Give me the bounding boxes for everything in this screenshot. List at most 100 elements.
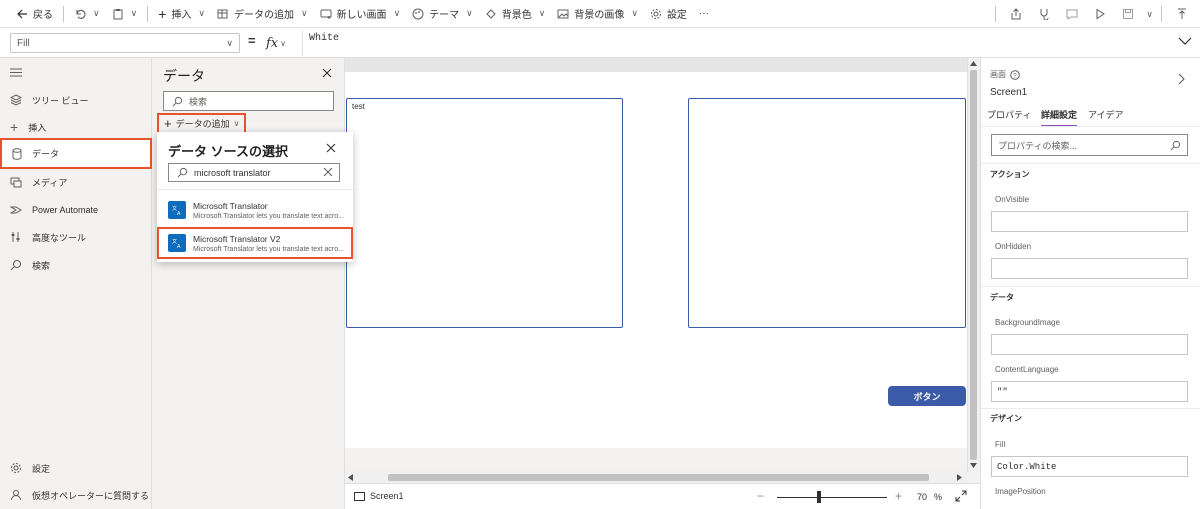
paste-button[interactable]: ∨ [106, 0, 144, 28]
fit-to-window-button[interactable] [955, 490, 967, 502]
tab-ideas[interactable]: アイデア [1088, 108, 1124, 121]
insert-button[interactable]: + 挿入 ∨ [152, 0, 211, 28]
property-search-input[interactable]: プロパティの検索... [991, 134, 1188, 156]
command-bar: 戻る ∨ ∨ + 挿入 ∨ データの追加 ∨ 新しい画面 ∨ テーマ ∨ 背景色… [0, 0, 1200, 28]
status-bar: Screen1 − + 70 % [345, 483, 980, 509]
save-button[interactable] [1116, 2, 1140, 26]
data-source-search-input[interactable]: microsoft translator [168, 163, 340, 182]
canvas-button[interactable]: ボタン [888, 386, 966, 406]
hamburger-button[interactable] [10, 68, 22, 77]
chevron-down-icon[interactable]: ∨ [1146, 9, 1153, 20]
divider [147, 5, 149, 22]
label-contentlanguage: ContentLanguage [995, 365, 1059, 374]
control-name[interactable]: Screen1 [990, 87, 1027, 98]
horizontal-scrollbar-thumb[interactable] [388, 474, 929, 481]
connector-microsoft-translator-v2[interactable]: 文A Microsoft Translator V2 Microsoft Tra… [157, 227, 353, 259]
preview-button[interactable] [1088, 2, 1112, 26]
comments-button[interactable] [1060, 2, 1084, 26]
text-input-2[interactable] [688, 98, 966, 328]
search-icon [172, 96, 183, 107]
power-automate-icon [10, 204, 22, 216]
background-image-button[interactable]: 背景の画像 ∨ [551, 0, 644, 28]
data-panel: データ 検索 + データの追加 ∨ [152, 58, 345, 509]
property-dropdown[interactable]: Fill ∨ [10, 33, 240, 53]
zoom-slider-thumb[interactable] [817, 491, 821, 503]
expand-formula-button[interactable] [1178, 36, 1192, 46]
more-button[interactable]: ··· [693, 0, 715, 28]
table-icon [217, 8, 229, 20]
connector-microsoft-translator[interactable]: 文A Microsoft Translator Microsoft Transl… [157, 194, 353, 226]
scroll-up-icon [970, 61, 977, 66]
zoom-slider[interactable] [777, 497, 887, 498]
divider [63, 5, 64, 22]
agent-icon [10, 489, 22, 501]
gear-icon [10, 462, 22, 474]
nav-search[interactable]: 検索 [0, 251, 152, 279]
nav-data[interactable]: データ [0, 138, 152, 169]
undo-button[interactable]: ∨ [68, 0, 106, 28]
publish-button[interactable] [1170, 2, 1194, 26]
plus-icon: + [158, 5, 167, 22]
back-button[interactable]: 戻る [10, 0, 59, 28]
nav-media[interactable]: メディア [0, 168, 152, 196]
properties-pane: 画面 ? Screen1 プロパティ 詳細設定 アイデア プロパティの検索...… [980, 58, 1200, 509]
add-data-toolbar-button[interactable]: データの追加 ∨ [211, 0, 314, 28]
chevron-down-icon: ∨ [233, 119, 240, 128]
share-button[interactable] [1004, 2, 1028, 26]
chevron-down-icon: ∨ [300, 8, 308, 18]
clear-search-icon[interactable] [323, 167, 333, 177]
svg-text:A: A [177, 211, 181, 216]
theme-button[interactable]: テーマ ∨ [406, 0, 479, 28]
chevron-down-icon: ∨ [130, 8, 138, 18]
screen-selector[interactable]: Screen1 [354, 491, 404, 501]
play-icon [1094, 8, 1106, 20]
scroll-right-icon [957, 474, 962, 481]
contentlanguage-input[interactable]: "" [991, 381, 1188, 402]
nav-advanced-tools[interactable]: 高度なツール [0, 223, 152, 251]
svg-text:A: A [177, 244, 181, 249]
label-onhidden: OnHidden [995, 242, 1032, 251]
formula-input[interactable]: White [302, 31, 1172, 55]
zoom-out-button[interactable]: − [757, 489, 764, 503]
divider [1161, 6, 1162, 22]
search-icon [1170, 140, 1181, 151]
nav-virtual-agent[interactable]: 仮想オペレーターに質問する [0, 481, 152, 509]
scroll-down-icon [970, 463, 977, 468]
app-checker-button[interactable] [1032, 2, 1056, 26]
text-input-1[interactable]: test [346, 98, 623, 328]
zoom-unit: % [934, 492, 943, 502]
scroll-left-icon [348, 474, 353, 481]
divider [981, 408, 1200, 409]
vertical-scrollbar-thumb[interactable] [970, 70, 977, 460]
nav-power-automate[interactable]: Power Automate [0, 196, 152, 224]
palette-icon [412, 8, 424, 20]
share-icon [1010, 8, 1022, 20]
chevron-right-icon [1178, 73, 1185, 85]
nav-settings[interactable]: 設定 [0, 454, 152, 482]
fill-input[interactable]: Color.White [991, 456, 1188, 477]
arrow-left-icon [16, 8, 28, 20]
translator-icon: 文A [168, 234, 186, 252]
tab-properties[interactable]: プロパティ [987, 108, 1031, 121]
backgroundimage-input[interactable] [991, 334, 1188, 355]
close-flyout-button[interactable] [326, 143, 336, 153]
connector-text: Microsoft Translator Microsoft Translato… [193, 200, 344, 220]
onhidden-input[interactable] [991, 258, 1188, 279]
tab-advanced[interactable]: 詳細設定 [1041, 108, 1078, 127]
chevron-down-icon: ∨ [393, 8, 401, 18]
new-screen-button[interactable]: 新しい画面 ∨ [314, 0, 407, 28]
close-data-panel-button[interactable] [322, 68, 332, 78]
background-color-button[interactable]: 背景色 ∨ [479, 0, 552, 28]
data-search-input[interactable]: 検索 [163, 91, 334, 111]
zoom-in-button[interactable]: + [895, 489, 902, 503]
fx-button[interactable]: fx ∨ [266, 33, 286, 53]
onvisible-input[interactable] [991, 211, 1188, 232]
settings-toolbar-button[interactable]: 設定 [644, 0, 693, 28]
canvas-top-bar [345, 58, 967, 72]
add-data-button[interactable]: + データの追加 ∨ [157, 113, 246, 134]
nav-insert[interactable]: + 挿入 [0, 113, 152, 141]
nav-tree-view[interactable]: ツリー ビュー [0, 86, 152, 114]
help-icon[interactable]: ? [1010, 69, 1020, 80]
collapse-pane-button[interactable] [1178, 73, 1185, 85]
publish-icon [1176, 8, 1188, 20]
